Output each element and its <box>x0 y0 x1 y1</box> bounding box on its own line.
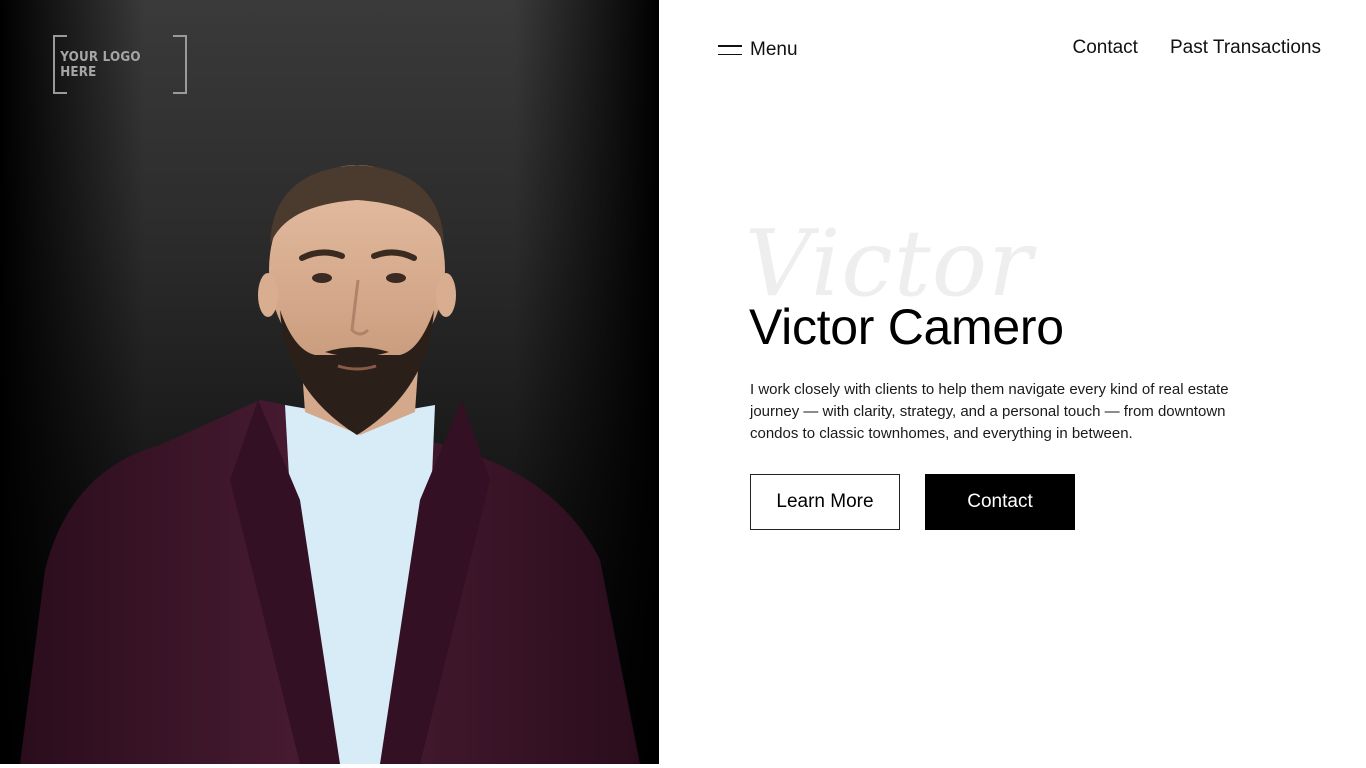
nav-link-past-transactions[interactable]: Past Transactions <box>1170 37 1321 59</box>
top-nav: Contact Past Transactions <box>1072 37 1321 59</box>
hero-photo-panel: YOUR LOGO HERE <box>0 0 659 764</box>
contact-button[interactable]: Contact <box>925 474 1075 530</box>
menu-toggle[interactable]: Menu <box>718 37 798 63</box>
agent-name: Victor Camero <box>749 299 1064 355</box>
signature-watermark: Victor <box>745 210 1034 317</box>
menu-label: Menu <box>750 39 798 60</box>
agent-portrait <box>20 165 640 764</box>
agent-bio: I work closely with clients to help them… <box>750 381 1229 442</box>
nav-link-contact[interactable]: Contact <box>1072 37 1137 59</box>
hamburger-icon[interactable] <box>718 45 742 55</box>
logo-text: YOUR LOGO HERE <box>60 49 141 80</box>
learn-more-button[interactable]: Learn More <box>750 474 900 530</box>
logo[interactable]: YOUR LOGO HERE <box>53 35 187 94</box>
